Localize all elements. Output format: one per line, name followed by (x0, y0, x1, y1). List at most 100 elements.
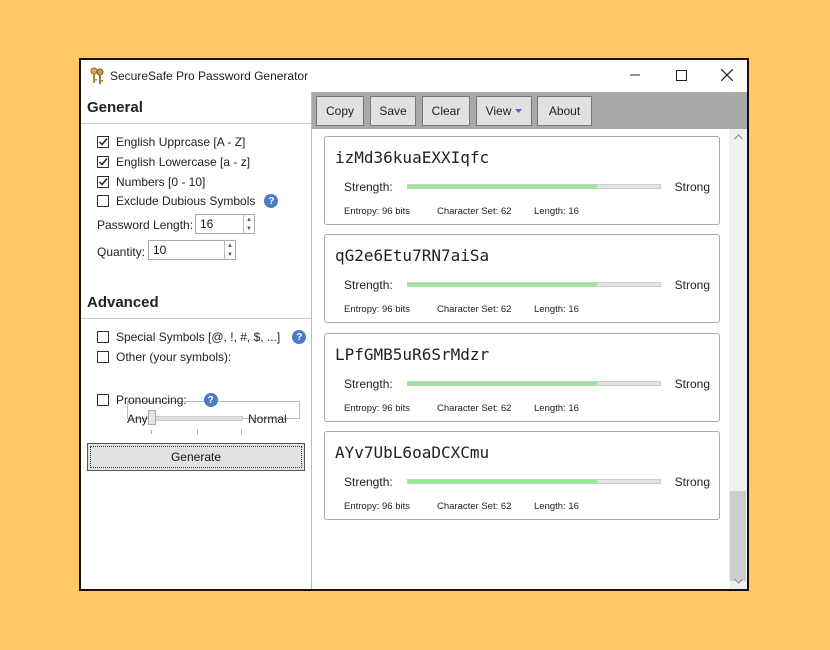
slider-max-label: Normal (248, 412, 287, 426)
strength-label: Strength: (344, 475, 393, 489)
numbers-label: Numbers [0 - 10] (116, 175, 206, 189)
view-label: View (485, 104, 512, 118)
about-button[interactable]: About (537, 96, 592, 126)
question-icon[interactable]: ? (264, 194, 279, 208)
generate-button[interactable]: Generate (87, 443, 305, 471)
strength-value: Strong (674, 278, 710, 292)
title-bar: SecureSafe Pro Password Generator (81, 60, 747, 92)
slider-min-label: Any (127, 412, 148, 426)
stepper-up-icon[interactable]: ▲ (244, 215, 254, 224)
slider-tick (151, 430, 152, 434)
slider-tick (197, 430, 198, 434)
clear-button[interactable]: Clear (422, 96, 470, 126)
length-text: Length: 16 (534, 501, 579, 512)
strength-label: Strength: (344, 377, 393, 391)
charset-text: Character Set: 62 (437, 501, 512, 512)
numbers-checkbox[interactable]: Numbers [0 - 10] (97, 175, 205, 189)
strength-bar (407, 479, 661, 484)
password-card[interactable]: izMd36kuaEXXIqfc Strength: Strong Entrop… (324, 136, 720, 225)
close-button[interactable] (704, 60, 750, 90)
results-scrollbar[interactable] (729, 129, 747, 589)
checkbox-box[interactable] (97, 176, 109, 188)
pronouncing-checkbox[interactable]: Pronouncing: ? (97, 393, 218, 407)
uppercase-checkbox[interactable]: English Upprcase [A - Z] (97, 135, 245, 149)
password-text[interactable]: AYv7UbL6oaDCXCmu (335, 443, 489, 462)
strength-label: Strength: (344, 180, 393, 194)
charset-text: Character Set: 62 (437, 403, 512, 414)
stepper-up-icon[interactable]: ▲ (225, 241, 235, 250)
password-length-value[interactable]: 16 (200, 217, 213, 231)
strength-bar-fill (408, 283, 597, 286)
password-text[interactable]: qG2e6Etu7RN7aiSa (335, 246, 489, 265)
exclude-dubious-label: Exclude Dubious Symbols (116, 194, 256, 208)
strength-bar (407, 184, 661, 189)
divider (81, 123, 311, 124)
entropy-text: Entropy: 96 bits (344, 501, 411, 512)
question-icon[interactable]: ? (203, 393, 218, 407)
length-text: Length: 16 (534, 304, 579, 315)
stepper-down-icon[interactable]: ▼ (244, 224, 254, 233)
pronouncing-slider-thumb[interactable] (148, 410, 156, 425)
password-text[interactable]: izMd36kuaEXXIqfc (335, 148, 489, 167)
minimize-button[interactable] (612, 60, 658, 90)
strength-bar (407, 282, 661, 287)
checkbox-box[interactable] (97, 331, 109, 343)
keys-icon (89, 67, 105, 85)
strength-bar-fill (408, 480, 597, 483)
stepper-arrows[interactable]: ▲ ▼ (224, 241, 235, 259)
checkbox-box[interactable] (97, 136, 109, 148)
password-length-label: Password Length: (97, 218, 194, 232)
special-symbols-label: Special Symbols [@, !, #, $, ...] (116, 330, 281, 344)
stepper-down-icon[interactable]: ▼ (225, 250, 235, 259)
scroll-down-icon[interactable] (729, 573, 747, 589)
copy-button[interactable]: Copy (316, 96, 364, 126)
checkbox-box[interactable] (97, 195, 109, 207)
charset-text: Character Set: 62 (437, 304, 512, 315)
strength-bar-fill (408, 382, 597, 385)
general-heading: General (87, 99, 143, 116)
save-button[interactable]: Save (370, 96, 416, 126)
checkbox-box[interactable] (97, 351, 109, 363)
length-text: Length: 16 (534, 206, 579, 217)
special-symbols-checkbox[interactable]: Special Symbols [@, !, #, $, ...] ? (97, 330, 307, 344)
results-panel: Copy Save Clear View About izMd36kuaEXXI… (312, 92, 747, 589)
maximize-button[interactable] (658, 60, 704, 90)
password-text[interactable]: LPfGMB5uR6SrMdzr (335, 345, 489, 364)
password-card[interactable]: AYv7UbL6oaDCXCmu Strength: Strong Entrop… (324, 431, 720, 520)
advanced-heading: Advanced (87, 294, 159, 311)
other-symbols-checkbox[interactable]: Other (your symbols): (97, 350, 231, 364)
divider (81, 318, 311, 319)
strength-value: Strong (674, 377, 710, 391)
question-icon[interactable]: ? (292, 330, 307, 344)
app-window: SecureSafe Pro Password Generator Genera… (79, 58, 749, 591)
checkbox-box[interactable] (97, 156, 109, 168)
pronouncing-slider-track[interactable] (151, 416, 243, 421)
other-symbols-label: Other (your symbols): (116, 350, 232, 364)
charset-text: Character Set: 62 (437, 206, 512, 217)
quantity-stepper[interactable]: 10 ▲ ▼ (148, 240, 236, 260)
uppercase-label: English Upprcase [A - Z] (116, 135, 246, 149)
window-title: SecureSafe Pro Password Generator (110, 69, 309, 83)
strength-bar (407, 381, 661, 386)
length-text: Length: 16 (534, 403, 579, 414)
password-card[interactable]: qG2e6Etu7RN7aiSa Strength: Strong Entrop… (324, 234, 720, 323)
strength-value: Strong (674, 180, 710, 194)
scroll-thumb[interactable] (730, 491, 746, 581)
quantity-value[interactable]: 10 (153, 243, 166, 257)
entropy-text: Entropy: 96 bits (344, 206, 411, 217)
password-length-stepper[interactable]: 16 ▲ ▼ (195, 214, 255, 234)
checkbox-box[interactable] (97, 394, 109, 406)
pronouncing-label: Pronouncing: (116, 393, 187, 407)
options-panel: General English Upprcase [A - Z] English… (81, 92, 312, 589)
exclude-dubious-checkbox[interactable]: Exclude Dubious Symbols ? (97, 194, 279, 208)
chevron-down-icon (515, 108, 523, 113)
strength-label: Strength: (344, 278, 393, 292)
lowercase-checkbox[interactable]: English Lowercase [a - z] (97, 155, 250, 169)
view-menu-button[interactable]: View (476, 96, 532, 126)
scroll-up-icon[interactable] (729, 129, 747, 145)
stepper-arrows[interactable]: ▲ ▼ (243, 215, 254, 233)
password-card[interactable]: LPfGMB5uR6SrMdzr Strength: Strong Entrop… (324, 333, 720, 422)
toolbar: Copy Save Clear View About (312, 92, 747, 129)
strength-value: Strong (674, 475, 710, 489)
quantity-label: Quantity: (97, 245, 146, 259)
